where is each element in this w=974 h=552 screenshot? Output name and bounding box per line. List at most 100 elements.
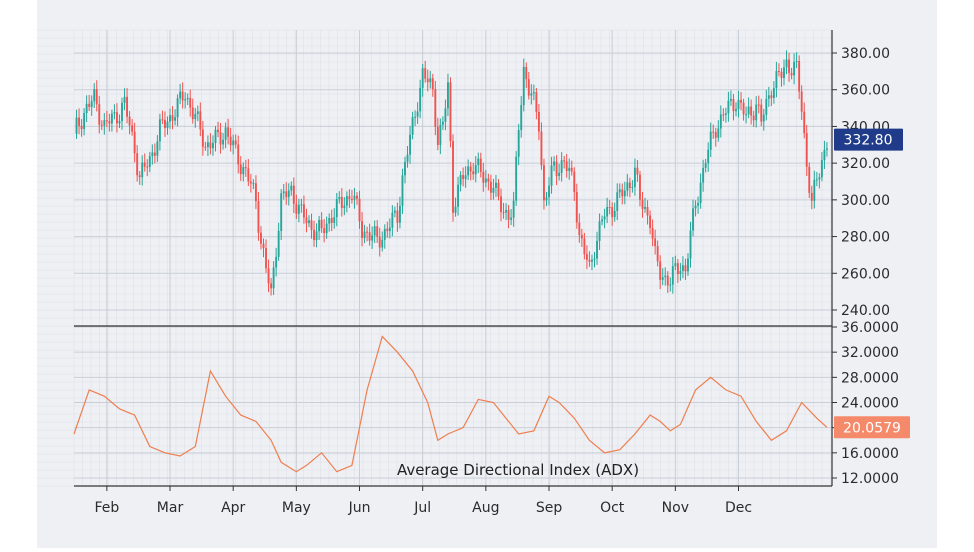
month-tick-label: Oct	[600, 500, 625, 516]
candle-body	[396, 210, 399, 223]
candle-body	[780, 71, 783, 79]
candle-body	[121, 102, 123, 122]
candle-body	[783, 67, 785, 79]
candle-body	[227, 127, 230, 137]
candle-body	[679, 270, 682, 275]
month-tick-label: Mar	[157, 500, 184, 516]
candle-body	[522, 66, 525, 106]
candle-body	[729, 99, 732, 101]
candle-body	[156, 141, 159, 156]
candle-body	[671, 266, 674, 285]
candle-body	[732, 99, 735, 112]
month-tick-label: Sep	[536, 500, 563, 516]
candle-body	[649, 215, 652, 229]
candle-body	[214, 129, 217, 144]
candle-body	[429, 78, 432, 83]
candle-body	[459, 175, 462, 185]
candle-body	[608, 206, 611, 208]
candle-body	[439, 124, 442, 145]
candle-body	[621, 189, 624, 197]
price-tick-label: 280.00	[841, 230, 890, 246]
candle-body	[297, 205, 300, 214]
candle-body	[537, 111, 540, 132]
candle-body	[606, 206, 609, 217]
candle-body	[343, 205, 346, 208]
price-tick-label: 380.00	[841, 46, 890, 62]
candle-body	[578, 222, 581, 236]
candle-body	[646, 206, 649, 216]
candle-body	[295, 203, 298, 214]
candle-body	[598, 221, 601, 241]
candle-body	[88, 103, 91, 107]
candle-body	[237, 144, 240, 165]
candle-body	[694, 205, 697, 209]
candle-body	[505, 209, 508, 213]
candle-body	[318, 219, 321, 232]
candle-body	[633, 167, 636, 188]
candle-body	[596, 240, 598, 259]
candle-body	[376, 226, 379, 237]
candle-body	[232, 140, 235, 146]
candle-body	[275, 256, 278, 268]
candle-body	[656, 246, 659, 262]
adx-tick-label: 12.0000	[841, 471, 899, 487]
candle-body	[510, 217, 513, 220]
candle-body	[356, 195, 358, 199]
candle-body	[492, 188, 495, 193]
candle-body	[181, 91, 184, 101]
candle-body	[174, 117, 177, 121]
candle-body	[808, 166, 811, 193]
candle-body	[722, 114, 725, 116]
candle-body	[262, 243, 265, 249]
candle-body	[482, 171, 485, 183]
adx-tick-label: 16.0000	[841, 446, 899, 462]
candle-body	[247, 168, 250, 182]
candle-body	[484, 178, 487, 183]
candle-body	[727, 100, 730, 114]
candle-body	[712, 131, 715, 133]
candle-body	[209, 142, 212, 149]
candle-body	[489, 181, 492, 193]
price-tick-label: 260.00	[841, 266, 890, 282]
candle-body	[348, 196, 351, 200]
candle-body	[141, 162, 144, 178]
candle-body	[558, 172, 561, 176]
candle-body	[543, 165, 545, 201]
candle-body	[133, 131, 136, 154]
candle-body	[426, 78, 429, 83]
candle-body	[795, 60, 798, 62]
last-price-label: 332.80	[844, 133, 893, 149]
candle-body	[313, 229, 315, 241]
candle-body	[105, 120, 108, 122]
candle-body	[191, 107, 194, 120]
candle-body	[138, 175, 141, 178]
candle-body	[628, 182, 631, 189]
month-tick-label: Aug	[472, 500, 499, 516]
candle-body	[495, 182, 497, 189]
month-tick-label: Dec	[725, 500, 752, 516]
candle-body	[158, 119, 161, 142]
candle-body	[171, 115, 174, 121]
candle-body	[421, 68, 424, 88]
candle-body	[320, 219, 323, 229]
candle-body	[431, 78, 434, 90]
candle-body	[707, 149, 710, 164]
candle-body	[260, 232, 262, 244]
candle-body	[704, 163, 707, 168]
candle-body	[681, 265, 684, 271]
candle-body	[664, 275, 667, 278]
candle-body	[659, 261, 662, 280]
candle-body	[611, 207, 614, 218]
candle-body	[477, 158, 480, 166]
month-tick-label: Apr	[221, 500, 245, 516]
candle-body	[212, 143, 214, 149]
candle-body	[454, 206, 457, 213]
month-tick-label: Jul	[413, 500, 431, 516]
candle-body	[366, 231, 369, 233]
candle-body	[583, 238, 586, 255]
candle-body	[591, 259, 593, 262]
adx-tick-label: 28.0000	[841, 370, 899, 386]
candle-body	[790, 72, 793, 76]
adx-tick-label: 36.0000	[841, 320, 899, 336]
candle-body	[153, 152, 156, 156]
